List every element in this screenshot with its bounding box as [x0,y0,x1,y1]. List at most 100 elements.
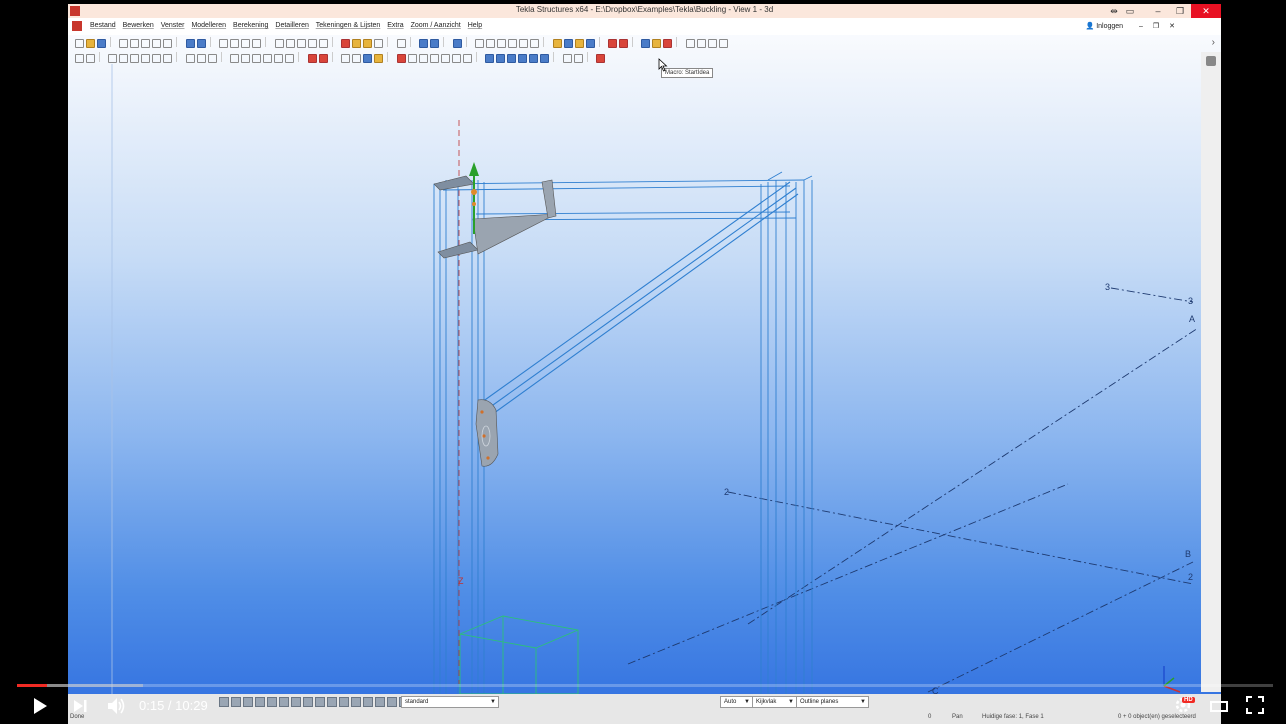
snap1-icon[interactable] [475,39,485,48]
theater-mode-icon[interactable] [1210,699,1228,713]
rebar2-icon[interactable] [241,54,251,63]
align1-icon[interactable] [685,39,695,48]
line3-icon[interactable] [507,54,517,63]
snap5-icon[interactable] [519,39,529,48]
column-right[interactable] [760,180,813,694]
play-icon[interactable] [32,697,48,715]
menu-bestand[interactable]: Bestand [90,22,116,29]
progress-bar[interactable] [17,684,1273,687]
line2-icon[interactable] [496,54,506,63]
redo-icon[interactable] [196,39,206,48]
plate-icon[interactable] [152,54,162,63]
close-button[interactable]: ✕ [1191,4,1221,18]
menu-detailleren[interactable]: Detailleren [275,22,308,29]
detail7-icon[interactable] [462,54,472,63]
menu-tekeningen-lijsten[interactable]: Tekeningen & Lijsten [316,22,381,29]
view-icon[interactable] [130,39,140,48]
detail2-icon[interactable] [407,54,417,63]
copy-icon[interactable] [318,39,328,48]
library-icon[interactable] [363,39,373,48]
polybeam-icon[interactable] [130,54,140,63]
part2-icon[interactable] [86,54,95,63]
align4-icon[interactable] [718,39,728,48]
menu-venster[interactable]: Venster [161,22,185,29]
grid-icon[interactable] [396,39,406,48]
group1-icon[interactable] [552,39,562,48]
properties-icon[interactable] [341,39,351,48]
model-icon[interactable] [241,39,251,48]
new-icon[interactable] [75,39,84,48]
print-icon[interactable] [219,39,229,48]
view2-icon[interactable] [141,39,151,48]
snap4-icon[interactable] [508,39,518,48]
component2-icon[interactable] [318,54,328,63]
line6-icon[interactable] [540,54,550,63]
menu-modelleren[interactable]: Modelleren [191,22,226,29]
rebar3-icon[interactable] [252,54,262,63]
filter-icon[interactable] [419,39,429,48]
misc2-icon[interactable] [573,54,583,63]
frame3-icon[interactable] [296,39,306,48]
tool2-icon[interactable] [352,54,362,63]
misc1-icon[interactable] [562,54,572,63]
open-icon[interactable] [86,39,95,48]
part1-icon[interactable] [75,54,84,63]
frame2-icon[interactable] [285,39,295,48]
tool4-icon[interactable] [374,54,384,63]
phase3-icon[interactable] [663,39,673,48]
window-titlebar[interactable]: Tekla Structures x64 - E:\Dropbox\Exampl… [68,4,1221,18]
maximize-button[interactable]: ❐ [1169,4,1191,18]
group3-icon[interactable] [574,39,584,48]
group4-icon[interactable] [585,39,595,48]
ribbon-restore-icon[interactable]: ❐ [1153,23,1159,30]
fullscreen-icon[interactable] [1246,696,1264,714]
align2-icon[interactable] [696,39,706,48]
clash-icon[interactable] [607,39,617,48]
snap6-icon[interactable] [530,39,540,48]
view-cube-icon[interactable] [1206,56,1216,66]
line5-icon[interactable] [529,54,539,63]
select-icon[interactable] [430,39,440,48]
share-icon[interactable] [119,39,129,48]
snap3-icon[interactable] [497,39,507,48]
bolt-icon[interactable] [185,54,195,63]
detail3-icon[interactable] [418,54,428,63]
macro-startidea-icon[interactable] [596,54,606,63]
menu-bewerken[interactable]: Bewerken [123,22,154,29]
save-icon[interactable] [97,39,106,48]
phase1-icon[interactable] [641,39,651,48]
beam-icon[interactable] [119,54,129,63]
cut-part-icon[interactable] [207,54,217,63]
menu-berekening[interactable]: Berekening [233,22,268,29]
tekla-menu-icon[interactable] [72,21,82,31]
volume-icon[interactable] [106,696,126,716]
column-icon[interactable] [108,54,118,63]
render-icon[interactable] [152,39,162,48]
eye-icon[interactable] [163,39,173,48]
curved-beam-icon[interactable] [141,54,151,63]
ribbon-minimize-icon[interactable]: – [1139,23,1143,30]
right-side-panel[interactable] [1201,52,1221,692]
tool3-icon[interactable] [363,54,373,63]
undo-icon[interactable] [185,39,195,48]
check-icon[interactable] [618,39,628,48]
rebar1-icon[interactable] [230,54,240,63]
video-player[interactable]: Tekla Structures x64 - E:\Dropbox\Exampl… [0,0,1286,724]
measure-icon[interactable] [452,39,462,48]
slab-icon[interactable] [163,54,173,63]
line1-icon[interactable] [485,54,495,63]
report-icon[interactable] [252,39,262,48]
catalog-icon[interactable] [352,39,362,48]
frame-icon[interactable] [274,39,284,48]
window-restore-small-icon[interactable]: ▭ [1119,4,1141,18]
detail4-icon[interactable] [429,54,439,63]
top-bracket[interactable] [433,175,557,259]
detail6-icon[interactable] [451,54,461,63]
ribbon-close-icon[interactable]: ✕ [1169,23,1175,30]
next-icon[interactable] [72,698,88,714]
toolbar-overflow-chevron-icon[interactable]: › [1212,37,1215,48]
component1-icon[interactable] [307,54,317,63]
login-button[interactable]: 👤 Inloggen – ❐ ✕ [1086,22,1175,30]
line4-icon[interactable] [518,54,528,63]
rebar4-icon[interactable] [263,54,273,63]
